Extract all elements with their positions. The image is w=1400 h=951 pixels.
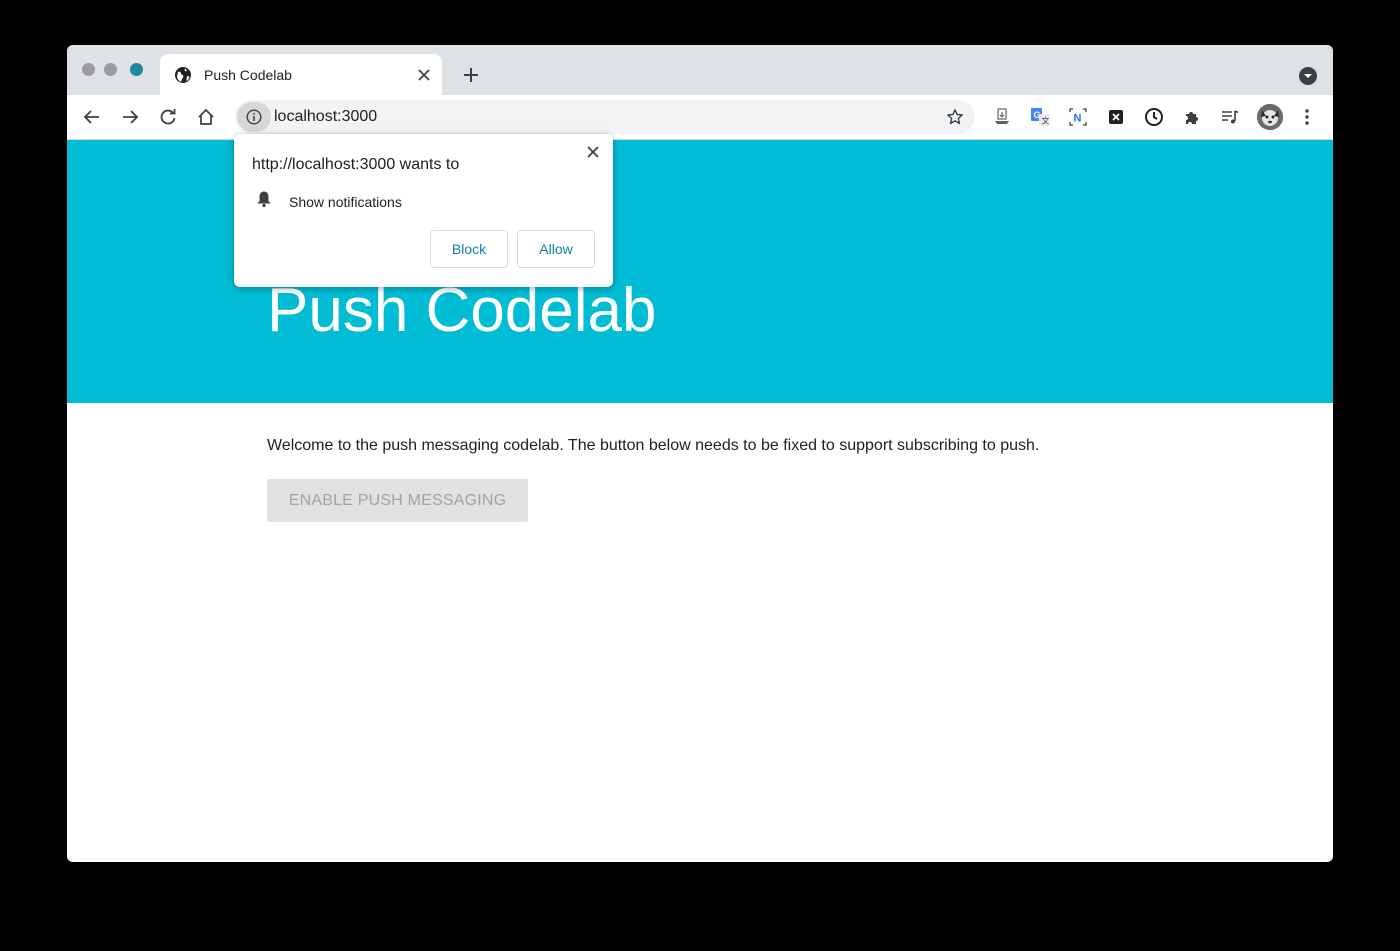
notification-permission-prompt: http://localhost:3000 wants to Show noti…: [234, 134, 613, 287]
tab-title: Push Codelab: [204, 66, 292, 83]
media-queue-icon[interactable]: [1218, 105, 1242, 129]
block-button[interactable]: Block: [430, 230, 508, 268]
x-extension-icon[interactable]: [1104, 105, 1128, 129]
allow-button[interactable]: Allow: [517, 230, 595, 268]
welcome-text: Welcome to the push messaging codelab. T…: [267, 437, 1040, 454]
chevron-down-icon[interactable]: [1299, 67, 1317, 85]
globe-icon: [174, 66, 192, 84]
permission-row: Show notifications: [256, 190, 402, 213]
url-text[interactable]: localhost:3000: [274, 108, 377, 126]
page-title: Push Codelab: [267, 276, 657, 345]
new-tab-plus-icon[interactable]: [459, 63, 483, 87]
puzzle-extensions-icon[interactable]: [1180, 105, 1204, 129]
avatar[interactable]: [1257, 104, 1283, 130]
tab-push-codelab[interactable]: Push Codelab: [160, 54, 442, 95]
back-arrow-icon[interactable]: [80, 105, 104, 129]
kebab-menu-icon[interactable]: [1295, 105, 1319, 129]
window-maximize-button[interactable]: [130, 63, 143, 76]
svg-text:文: 文: [1042, 116, 1050, 126]
download-extension-icon[interactable]: [990, 105, 1014, 129]
svg-text:N: N: [1074, 113, 1082, 125]
forward-arrow-icon[interactable]: [118, 105, 142, 129]
clock-extension-icon[interactable]: [1142, 105, 1166, 129]
permission-label: Show notifications: [289, 193, 402, 210]
page-content: Welcome to the push messaging codelab. T…: [267, 437, 1040, 522]
bookmark-star-icon[interactable]: [943, 105, 967, 129]
home-icon[interactable]: [194, 105, 218, 129]
notion-extension-icon[interactable]: N: [1066, 105, 1090, 129]
enable-push-button[interactable]: ENABLE PUSH MESSAGING: [267, 479, 528, 522]
translate-extension-icon[interactable]: G文: [1028, 105, 1052, 129]
tab-strip: Push Codelab: [67, 45, 1333, 95]
bell-icon: [256, 190, 272, 213]
window-minimize-button[interactable]: [104, 63, 117, 76]
site-info-icon[interactable]: [237, 102, 271, 132]
address-bar[interactable]: localhost:3000: [235, 100, 975, 134]
reload-icon[interactable]: [156, 105, 180, 129]
prompt-title: http://localhost:3000 wants to: [252, 156, 460, 173]
tab-close-icon[interactable]: [412, 63, 436, 87]
close-icon[interactable]: [583, 142, 603, 162]
window-close-button[interactable]: [82, 63, 95, 76]
browser-window: Push Codelab localhost:3000 G 文 N Push C…: [67, 45, 1333, 862]
